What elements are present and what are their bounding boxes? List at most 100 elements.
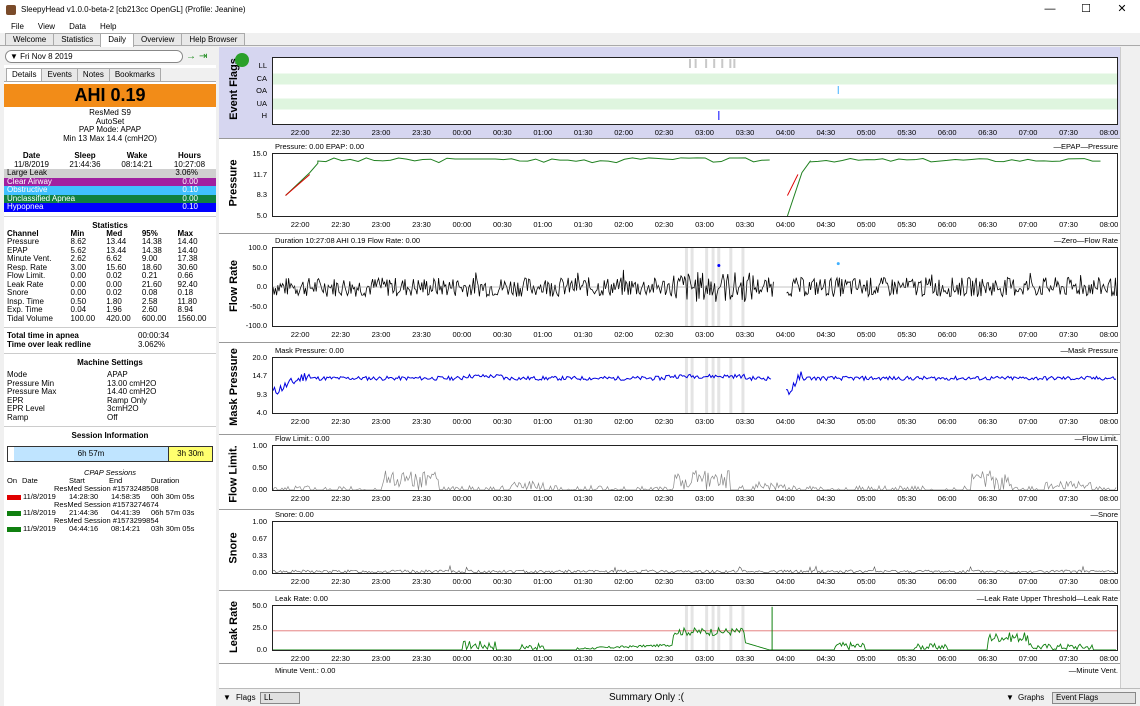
- leak-rate-plot[interactable]: [272, 605, 1118, 652]
- date-picker[interactable]: ▼ Fri Nov 8 2019: [5, 49, 183, 63]
- x-tick-label: 07:30: [1059, 417, 1078, 426]
- x-tick-label: 08:00: [1099, 577, 1119, 586]
- large-leak-flag: [713, 59, 716, 68]
- x-tick-label: 22:00: [290, 128, 310, 137]
- event-label: Hypopnea: [7, 202, 44, 211]
- session-bar-1[interactable]: 6h 57m: [8, 447, 168, 461]
- x-tick-label: 22:00: [290, 577, 310, 586]
- flow-limit-plot[interactable]: [272, 445, 1118, 491]
- y-tick-label: 25.0: [252, 623, 267, 632]
- x-tick-label: 23:00: [371, 128, 391, 137]
- x-tick-label: 07:00: [1018, 494, 1038, 503]
- x-tick-label: 23:30: [412, 330, 431, 339]
- session-toggle[interactable]: [7, 526, 21, 532]
- hypopnea-marker: [717, 264, 721, 268]
- x-tick-label: 03:30: [735, 128, 755, 137]
- total-row: Time over leak redline 3.062%: [4, 339, 216, 350]
- sleep-time: 21:44:36: [69, 160, 101, 169]
- x-tick-label: 01:30: [573, 417, 593, 426]
- session-date: 11/9/2019: [23, 524, 56, 533]
- sleep-header-wake: Wake: [126, 151, 148, 160]
- x-tick-label: 04:00: [776, 577, 795, 586]
- x-tick-label: 01:00: [533, 577, 553, 586]
- x-tick-label: 01:30: [573, 128, 593, 137]
- graph-legend: —EPAP—Pressure: [1053, 142, 1118, 151]
- event-band: [684, 606, 688, 650]
- pressure-panel: Pressure 15.0 11.7 8.3 5.0 22:00 22:30 23:00 23…: [219, 139, 1140, 234]
- flags-select[interactable]: LL: [260, 692, 300, 704]
- minimize-button[interactable]: —: [1032, 0, 1068, 19]
- menu-data[interactable]: Data: [62, 22, 93, 31]
- x-tick-label: 05:30: [897, 417, 917, 426]
- graph-title: Snore: 0.00: [275, 510, 314, 519]
- session-bar-2[interactable]: 3h 30m: [168, 447, 212, 461]
- session-toggle[interactable]: [7, 494, 21, 500]
- window-title: SleepyHead v1.0.0-beta-2 [cb213cc OpenGL…: [21, 5, 246, 14]
- x-tick-label: 02:30: [654, 417, 674, 426]
- flow-rate-plot[interactable]: [272, 247, 1118, 327]
- graphs-select[interactable]: Event Flags: [1052, 692, 1136, 704]
- y-tick-label: 0.67: [252, 534, 267, 543]
- x-tick-label: 22:00: [290, 654, 310, 663]
- x-tick-label: 22:30: [331, 417, 350, 426]
- tab-events[interactable]: Events: [41, 68, 78, 81]
- x-tick-label: 04:30: [816, 220, 836, 229]
- x-tick-label: 02:00: [614, 128, 634, 137]
- maximize-button[interactable]: ☐: [1068, 0, 1104, 19]
- event-row[interactable]: Hypopnea 0.10: [4, 202, 216, 212]
- graphs-scrollbar[interactable]: [1120, 47, 1140, 688]
- graphs-dropdown-arrow-icon[interactable]: ▼: [1006, 693, 1014, 702]
- x-tick-label: 08:00: [1099, 494, 1119, 503]
- flags-dropdown-arrow-icon[interactable]: ▼: [223, 693, 231, 702]
- tab-daily[interactable]: Daily: [100, 33, 134, 47]
- x-tick-label: 23:30: [412, 128, 431, 137]
- minute-vent-panel: Minute Vent.: 0.00 —Minute Vent.: [219, 664, 1140, 688]
- snore-plot[interactable]: [272, 521, 1118, 574]
- next-day-arrow-icon[interactable]: →: [186, 51, 196, 62]
- total-value: 3.062%: [138, 339, 166, 349]
- tab-notes[interactable]: Notes: [76, 68, 110, 81]
- x-tick-label: 08:00: [1099, 417, 1119, 426]
- y-tick-label: 1.00: [252, 517, 267, 526]
- statistics-table: Channel Min Med 95% Max Pressure 8.62 13.44 14.3…: [4, 229, 216, 324]
- session-row[interactable]: 11/9/2019 04:44:16 08:14:21 03h 30m 05s: [4, 525, 216, 533]
- menu-view[interactable]: View: [31, 22, 62, 31]
- x-tick-label: 23:00: [371, 577, 391, 586]
- tab-overview[interactable]: Overview: [133, 33, 183, 45]
- x-tick-label: 02:00: [614, 417, 634, 426]
- x-tick-label: 03:00: [695, 128, 714, 137]
- last-day-arrow-icon[interactable]: ⇥: [199, 51, 207, 62]
- tab-statistics[interactable]: Statistics: [53, 33, 102, 45]
- x-tick-label: 01:00: [533, 220, 553, 229]
- tab-bookmarks[interactable]: Bookmarks: [108, 68, 161, 81]
- x-tick-label: 06:00: [937, 330, 957, 339]
- y-tick-label: 4.0: [256, 408, 267, 417]
- x-tick-label: 04:00: [776, 417, 795, 426]
- event-flags-plot[interactable]: [272, 57, 1118, 125]
- x-tick-label: 05:30: [897, 330, 917, 339]
- stats-cell: 600.00: [141, 313, 167, 323]
- x-tick-label: 02:00: [614, 330, 634, 339]
- menu-help[interactable]: Help: [93, 22, 123, 31]
- event-band: [711, 606, 715, 650]
- close-button[interactable]: ✕: [1104, 0, 1140, 19]
- tab-welcome[interactable]: Welcome: [5, 33, 55, 45]
- mask-pressure-plot[interactable]: [272, 357, 1118, 414]
- menu-file[interactable]: File: [4, 22, 31, 31]
- session-toggle[interactable]: [7, 510, 21, 516]
- x-tick-label: 05:00: [856, 417, 876, 426]
- x-tick-label: 03:00: [695, 654, 714, 663]
- x-tick-label: 07:00: [1018, 654, 1038, 663]
- session-info-title: Session Information: [71, 431, 149, 440]
- snore-panel: Snore 1.00 0.67 0.33 0.00 22:00 22:30 23:00 23:…: [219, 510, 1140, 591]
- x-tick-label: 03:00: [695, 220, 714, 229]
- pressure-plot[interactable]: [272, 153, 1118, 217]
- tab-help-browser[interactable]: Help Browser: [181, 33, 246, 45]
- session-timeline-bar[interactable]: 6h 57m 3h 30m: [7, 446, 213, 462]
- y-tick-label: 0.00: [252, 568, 267, 577]
- large-leak-flag: [688, 59, 691, 68]
- tab-details[interactable]: Details: [6, 68, 43, 81]
- graph-legend: —Zero—Flow Rate: [1053, 236, 1118, 245]
- setting-value: 3cmH2O: [107, 404, 139, 414]
- main-tabs: Welcome Statistics Daily Overview Help B…: [0, 33, 1140, 47]
